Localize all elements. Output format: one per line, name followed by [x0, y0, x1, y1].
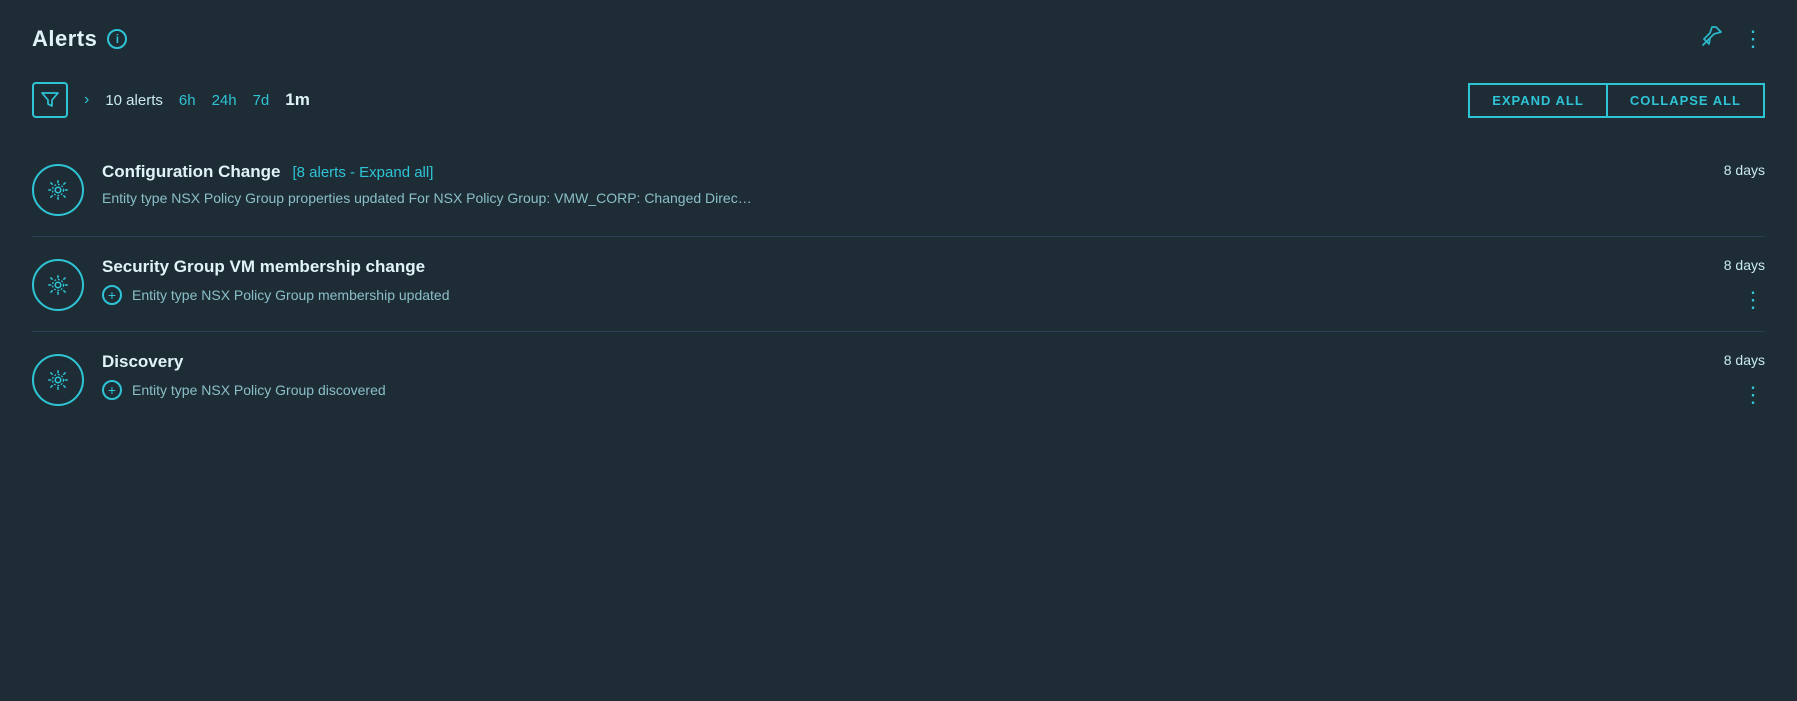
alert-item-security-group: Security Group VM membership change + En…	[32, 236, 1765, 331]
alert-item-configuration-change: Configuration Change [8 alerts - Expand …	[32, 142, 1765, 236]
header-right: ⋮	[1700, 24, 1765, 54]
time-filter-7d[interactable]: 7d	[253, 92, 270, 109]
alert-time-configuration-change: 8 days	[1724, 162, 1765, 178]
alert-row: Discovery + Entity type NSX Policy Group…	[32, 352, 1765, 406]
alert-row: Security Group VM membership change + En…	[32, 257, 1765, 311]
alert-expand-link-configuration-change[interactable]: [8 alerts - Expand all]	[292, 164, 433, 181]
alerts-panel: Alerts i ⋮ › 10 alerts 6h	[0, 0, 1797, 701]
expand-all-button[interactable]: EXPAND ALL	[1468, 83, 1607, 118]
info-icon[interactable]: i	[107, 29, 127, 49]
alert-row: Configuration Change [8 alerts - Expand …	[32, 162, 1765, 216]
toolbar-left: › 10 alerts 6h 24h 7d 1m	[32, 82, 310, 118]
chevron-right-icon: ›	[84, 91, 89, 109]
alert-description-row: + Entity type NSX Policy Group discovere…	[102, 380, 1657, 400]
alert-time-discovery: 8 days	[1724, 352, 1765, 368]
header-left: Alerts i	[32, 26, 127, 52]
alert-meta-security-group: 8 days ⋮	[1675, 257, 1765, 311]
alert-count: 10 alerts	[105, 92, 163, 109]
alert-meta-discovery: 8 days ⋮	[1675, 352, 1765, 406]
alert-time-security-group: 8 days	[1724, 257, 1765, 273]
alert-title-row: Security Group VM membership change	[102, 257, 1657, 277]
collapse-all-button[interactable]: COLLAPSE ALL	[1607, 83, 1765, 118]
alert-content-discovery: Discovery + Entity type NSX Policy Group…	[102, 352, 1657, 400]
alert-content-configuration-change: Configuration Change [8 alerts - Expand …	[102, 162, 1657, 206]
alert-more-menu-security-group[interactable]: ⋮	[1742, 289, 1765, 311]
alert-title-row: Configuration Change [8 alerts - Expand …	[102, 162, 1657, 182]
alert-content-security-group: Security Group VM membership change + En…	[102, 257, 1657, 305]
alert-meta-configuration-change: 8 days	[1675, 162, 1765, 178]
alert-icon-configuration-change	[32, 164, 84, 216]
time-filter-1m[interactable]: 1m	[285, 90, 310, 110]
alert-title-security-group: Security Group VM membership change	[102, 257, 425, 277]
expand-circle-security-group[interactable]: +	[102, 285, 122, 305]
expand-circle-discovery[interactable]: +	[102, 380, 122, 400]
alert-description-discovery: Entity type NSX Policy Group discovered	[132, 382, 386, 398]
panel-header: Alerts i ⋮	[32, 24, 1765, 54]
header-more-icon[interactable]: ⋮	[1742, 26, 1765, 52]
alert-title-row: Discovery	[102, 352, 1657, 372]
toolbar: › 10 alerts 6h 24h 7d 1m EXPAND ALL COLL…	[32, 82, 1765, 118]
alert-icon-discovery	[32, 354, 84, 406]
alert-list: Configuration Change [8 alerts - Expand …	[32, 142, 1765, 426]
alert-item-discovery: Discovery + Entity type NSX Policy Group…	[32, 331, 1765, 426]
time-filters: 6h 24h 7d 1m	[179, 90, 310, 110]
pin-icon[interactable]	[1700, 24, 1724, 54]
alert-title-discovery: Discovery	[102, 352, 183, 372]
time-filter-24h[interactable]: 24h	[212, 92, 237, 109]
filter-button[interactable]	[32, 82, 68, 118]
alert-title-configuration-change: Configuration Change	[102, 162, 280, 182]
alert-description-row: Entity type NSX Policy Group properties …	[102, 190, 1657, 206]
toolbar-right: EXPAND ALL COLLAPSE ALL	[1468, 83, 1765, 118]
alert-more-menu-discovery[interactable]: ⋮	[1742, 384, 1765, 406]
alert-description-row: + Entity type NSX Policy Group membershi…	[102, 285, 1657, 305]
alert-icon-security-group	[32, 259, 84, 311]
alert-description-configuration-change: Entity type NSX Policy Group properties …	[102, 190, 752, 206]
alert-description-security-group: Entity type NSX Policy Group membership …	[132, 287, 450, 303]
time-filter-6h[interactable]: 6h	[179, 92, 196, 109]
panel-title: Alerts	[32, 26, 97, 52]
